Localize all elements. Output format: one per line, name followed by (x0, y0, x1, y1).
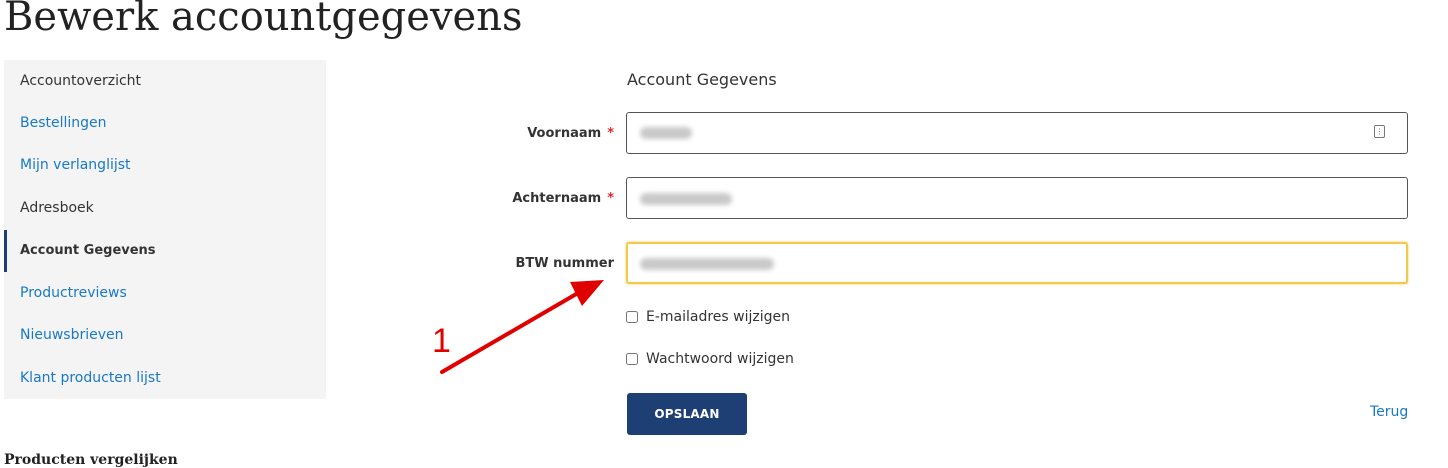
first-name-input[interactable] (626, 112, 1408, 154)
sidebar-item-address-book[interactable]: Adresboek (4, 187, 326, 229)
save-button[interactable]: OPSLAAN (627, 393, 747, 435)
change-email-checkbox[interactable] (626, 311, 638, 323)
last-name-input[interactable] (626, 177, 1408, 219)
sidebar-item-customer-product-list[interactable]: Klant producten lijst (4, 357, 326, 399)
sidebar-item-wishlist[interactable]: Mijn verlanglijst (4, 144, 326, 186)
sidebar-item-account-details: Account Gegevens (4, 230, 326, 272)
first-name-label-text: Voornaam (527, 126, 602, 141)
compare-products-title: Producten vergelijken (4, 452, 178, 468)
change-password-checkbox[interactable] (626, 353, 638, 365)
sidebar-item-product-reviews[interactable]: Productreviews (4, 272, 326, 314)
first-name-label: Voornaam * (314, 126, 614, 141)
vat-number-input[interactable] (626, 242, 1408, 284)
back-link[interactable]: Terug (1370, 404, 1408, 420)
vat-number-label-text: BTW nummer (515, 256, 614, 271)
last-name-label-text: Achternaam (512, 191, 602, 206)
contact-card-icon[interactable]: ⋮ (1374, 125, 1385, 138)
required-asterisk: * (607, 126, 614, 141)
annotation-number: 1 (432, 322, 451, 360)
change-email-label: E-mailadres wijzigen (646, 309, 791, 325)
sidebar-item-account-overview[interactable]: Accountoverzicht (4, 60, 326, 102)
vat-number-label: BTW nummer (314, 256, 614, 271)
account-sidebar: Accountoverzicht Bestellingen Mijn verla… (4, 60, 326, 399)
sidebar-item-orders[interactable]: Bestellingen (4, 102, 326, 144)
change-email-option[interactable]: E-mailadres wijzigen (626, 308, 790, 326)
page-title: Bewerk accountgegevens (4, 0, 523, 40)
required-asterisk: * (607, 191, 614, 206)
sidebar-item-newsletters[interactable]: Nieuwsbrieven (4, 314, 326, 356)
section-title: Account Gegevens (627, 70, 777, 89)
last-name-label: Achternaam * (314, 191, 614, 206)
change-password-label: Wachtwoord wijzigen (646, 351, 794, 367)
change-password-option[interactable]: Wachtwoord wijzigen (626, 350, 794, 368)
